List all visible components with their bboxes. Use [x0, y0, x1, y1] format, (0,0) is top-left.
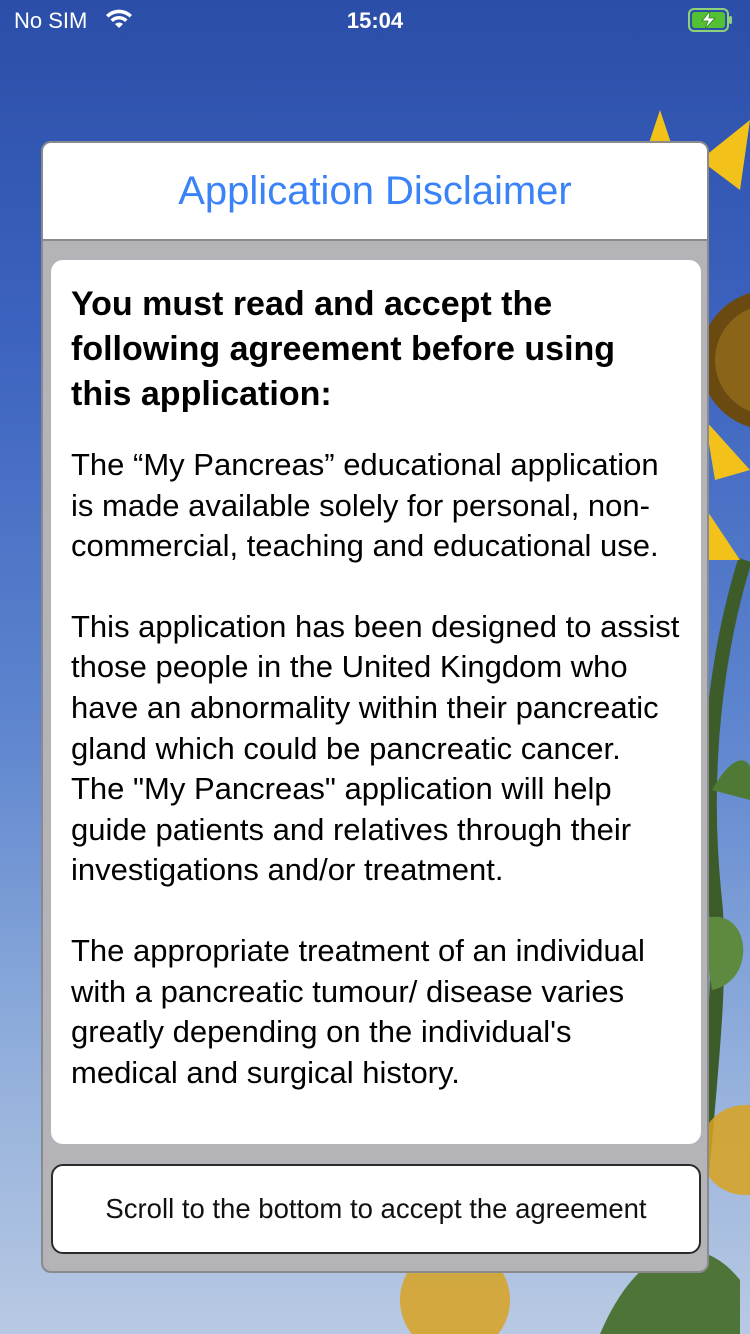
status-bar: No SIM 15:04 — [0, 0, 750, 40]
clock-time: 15:04 — [346, 8, 404, 33]
accept-agreement-button[interactable]: Scroll to the bottom to accept the agree… — [51, 1164, 701, 1254]
battery-charging-icon — [688, 8, 732, 32]
agreement-paragraph: The “My Pancreas” educational applicatio… — [71, 447, 659, 564]
dialog-title: Application Disclaimer — [178, 169, 572, 213]
agreement-heading: You must read and accept the following a… — [71, 285, 616, 413]
agreement-scroll-area[interactable]: You must read and accept the following a… — [51, 260, 701, 1144]
dialog-header: Application Disclaimer — [43, 143, 707, 241]
disclaimer-dialog: Application Disclaimer You must read and… — [41, 141, 709, 1273]
agreement-paragraph: This application has been designed to as… — [71, 608, 680, 888]
agreement-paragraph: The appropriate treatment of an individu… — [71, 932, 645, 1090]
